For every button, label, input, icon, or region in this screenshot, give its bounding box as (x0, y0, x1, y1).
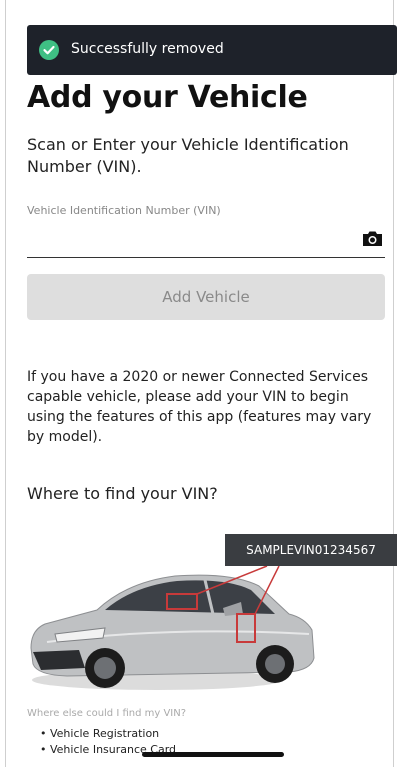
vin-field-underline (27, 257, 385, 258)
page-title: Add your Vehicle (27, 80, 308, 115)
connected-services-info: If you have a 2020 or newer Connected Se… (27, 369, 372, 445)
list-item: • Vehicle Registration (40, 727, 160, 740)
where-else-heading: Where else could I find my VIN? (27, 708, 187, 719)
vin-field-label: Vehicle Identification Number (VIN) (27, 204, 221, 217)
toast-message: Successfully removed (71, 41, 224, 57)
sample-vin-tag: SAMPLEVIN01234567 (225, 534, 397, 566)
camera-icon[interactable] (362, 230, 383, 247)
check-circle-icon (39, 40, 59, 60)
success-toast: Successfully removed (27, 25, 397, 75)
vin-input[interactable] (27, 224, 351, 252)
vin-location-illustration: SAMPLEVIN01234567 (27, 530, 399, 705)
home-indicator[interactable] (142, 752, 284, 757)
vin-field-container: Vehicle Identification Number (VIN) (27, 204, 385, 258)
add-vehicle-button[interactable]: Add Vehicle (27, 274, 385, 320)
intro-text: Scan or Enter your Vehicle Identificatio… (27, 135, 349, 176)
where-to-find-vin-heading: Where to find your VIN? (27, 484, 218, 503)
